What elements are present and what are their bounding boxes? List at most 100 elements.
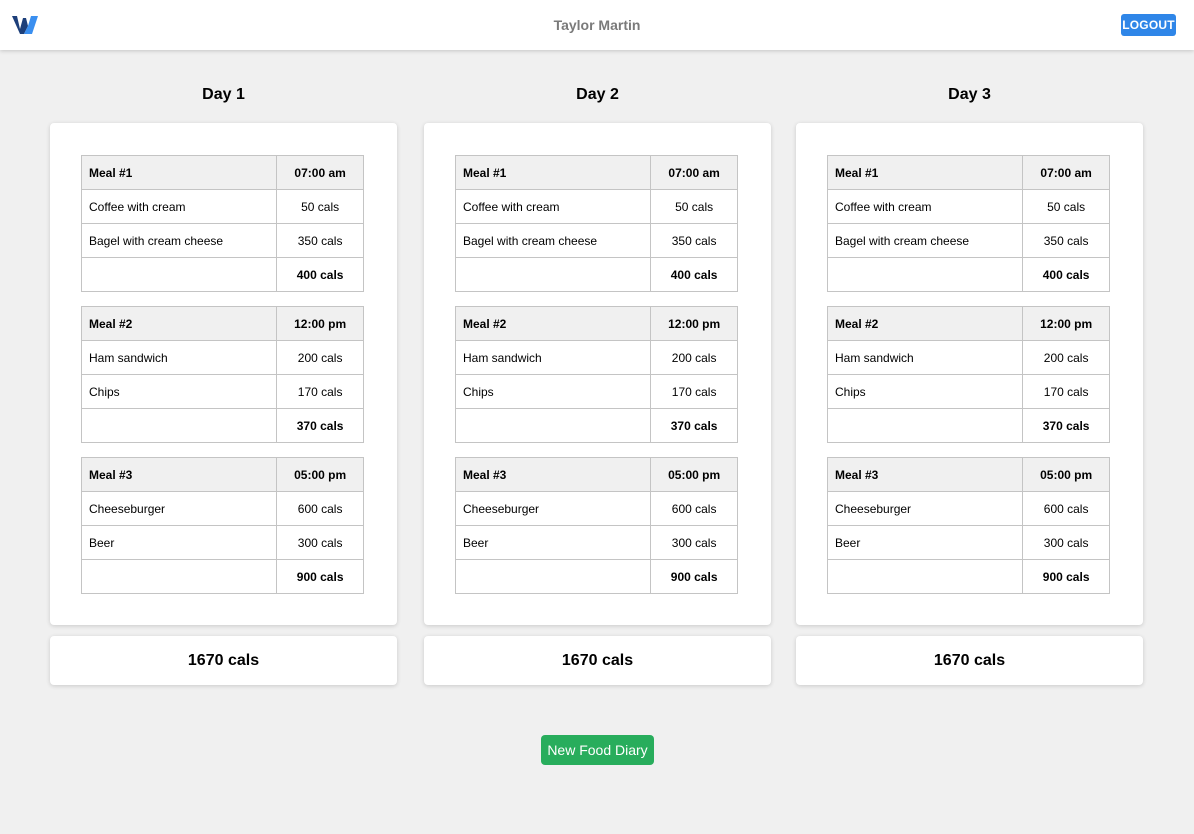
meal-total-row: 400 cals — [826, 257, 1110, 292]
food-row: Chips 170 cals — [454, 374, 738, 409]
day-title: Day 3 — [948, 86, 991, 103]
food-row: Bagel with cream cheese 350 cals — [826, 223, 1110, 258]
food-calories: 50 cals — [650, 189, 738, 224]
food-name: Coffee with cream — [80, 189, 278, 224]
empty-cell — [80, 408, 278, 443]
food-row: Cheeseburger 600 cals — [80, 491, 364, 526]
food-row: Chips 170 cals — [80, 374, 364, 409]
logout-button[interactable]: LOGOUT — [1121, 14, 1176, 36]
meal-total-row: 370 cals — [454, 408, 738, 443]
meal-time: 07:00 am — [650, 155, 738, 190]
day-total: 1670 cals — [424, 636, 771, 685]
meal-name: Meal #2 — [826, 306, 1024, 341]
meal-time: 07:00 am — [1022, 155, 1110, 190]
meal-header-row: Meal #1 07:00 am — [80, 155, 364, 190]
empty-cell — [826, 559, 1024, 594]
food-calories: 50 cals — [276, 189, 364, 224]
food-name: Cheeseburger — [454, 491, 652, 526]
empty-cell — [80, 257, 278, 292]
meal-name: Meal #2 — [80, 306, 278, 341]
meal-header-row: Meal #2 12:00 pm — [826, 306, 1110, 341]
food-calories: 600 cals — [276, 491, 364, 526]
meal-total: 370 cals — [1022, 408, 1110, 443]
meal-name: Meal #1 — [454, 155, 652, 190]
food-calories: 170 cals — [276, 374, 364, 409]
food-row: Beer 300 cals — [80, 525, 364, 560]
meal-time: 12:00 pm — [650, 306, 738, 341]
food-name: Cheeseburger — [80, 491, 278, 526]
meal-total-row: 900 cals — [80, 559, 364, 594]
meal-name: Meal #2 — [454, 306, 652, 341]
food-name: Beer — [80, 525, 278, 560]
meal-total-row: 370 cals — [826, 408, 1110, 443]
meal-table: Meal #2 12:00 pm Ham sandwich 200 cals C… — [80, 306, 364, 443]
food-name: Coffee with cream — [454, 189, 652, 224]
meal-time: 05:00 pm — [1022, 457, 1110, 492]
meal-table: Meal #2 12:00 pm Ham sandwich 200 cals C… — [826, 306, 1110, 443]
meal-header-row: Meal #3 05:00 pm — [454, 457, 738, 492]
meal-name: Meal #1 — [826, 155, 1024, 190]
meal-header-row: Meal #3 05:00 pm — [80, 457, 364, 492]
meal-total: 400 cals — [276, 257, 364, 292]
food-calories: 170 cals — [650, 374, 738, 409]
food-calories: 600 cals — [650, 491, 738, 526]
food-calories: 170 cals — [1022, 374, 1110, 409]
meal-total: 900 cals — [276, 559, 364, 594]
day-title: Day 2 — [576, 86, 619, 103]
meal-total: 900 cals — [1022, 559, 1110, 594]
meal-header-row: Meal #2 12:00 pm — [454, 306, 738, 341]
food-name: Bagel with cream cheese — [80, 223, 278, 258]
food-name: Cheeseburger — [826, 491, 1024, 526]
meal-table: Meal #1 07:00 am Coffee with cream 50 ca… — [826, 155, 1110, 292]
meal-table: Meal #3 05:00 pm Cheeseburger 600 cals B… — [826, 457, 1110, 594]
food-name: Beer — [826, 525, 1024, 560]
meal-time: 05:00 pm — [650, 457, 738, 492]
food-name: Coffee with cream — [826, 189, 1024, 224]
food-row: Bagel with cream cheese 350 cals — [454, 223, 738, 258]
food-row: Beer 300 cals — [826, 525, 1110, 560]
food-row: Bagel with cream cheese 350 cals — [80, 223, 364, 258]
meal-table: Meal #3 05:00 pm Cheeseburger 600 cals B… — [454, 457, 738, 594]
food-calories: 300 cals — [1022, 525, 1110, 560]
meal-header-row: Meal #1 07:00 am — [826, 155, 1110, 190]
meal-header-row: Meal #2 12:00 pm — [80, 306, 364, 341]
food-calories: 200 cals — [650, 340, 738, 375]
food-name: Chips — [80, 374, 278, 409]
food-calories: 350 cals — [276, 223, 364, 258]
meal-total: 370 cals — [650, 408, 738, 443]
food-name: Ham sandwich — [826, 340, 1024, 375]
food-calories: 50 cals — [1022, 189, 1110, 224]
meal-table: Meal #1 07:00 am Coffee with cream 50 ca… — [454, 155, 738, 292]
empty-cell — [826, 257, 1024, 292]
day-card: Meal #1 07:00 am Coffee with cream 50 ca… — [796, 123, 1143, 625]
food-calories: 350 cals — [1022, 223, 1110, 258]
meal-name: Meal #3 — [826, 457, 1024, 492]
food-row: Ham sandwich 200 cals — [454, 340, 738, 375]
food-row: Ham sandwich 200 cals — [826, 340, 1110, 375]
food-calories: 350 cals — [650, 223, 738, 258]
food-calories: 300 cals — [276, 525, 364, 560]
meal-table: Meal #1 07:00 am Coffee with cream 50 ca… — [80, 155, 364, 292]
food-name: Chips — [826, 374, 1024, 409]
food-row: Coffee with cream 50 cals — [454, 189, 738, 224]
food-calories: 300 cals — [650, 525, 738, 560]
empty-cell — [826, 408, 1024, 443]
meal-total-row: 400 cals — [80, 257, 364, 292]
meal-name: Meal #3 — [80, 457, 278, 492]
food-row: Cheeseburger 600 cals — [454, 491, 738, 526]
meal-total-row: 900 cals — [826, 559, 1110, 594]
meal-name: Meal #1 — [80, 155, 278, 190]
meal-time: 05:00 pm — [276, 457, 364, 492]
meal-total-row: 400 cals — [454, 257, 738, 292]
meal-header-row: Meal #3 05:00 pm — [826, 457, 1110, 492]
empty-cell — [80, 559, 278, 594]
day-title: Day 1 — [202, 86, 245, 103]
food-name: Bagel with cream cheese — [454, 223, 652, 258]
food-row: Ham sandwich 200 cals — [80, 340, 364, 375]
food-row: Chips 170 cals — [826, 374, 1110, 409]
day-card: Meal #1 07:00 am Coffee with cream 50 ca… — [50, 123, 397, 625]
meal-time: 07:00 am — [276, 155, 364, 190]
meal-total: 900 cals — [650, 559, 738, 594]
new-food-diary-button[interactable]: New Food Diary — [541, 735, 654, 765]
food-calories: 200 cals — [276, 340, 364, 375]
